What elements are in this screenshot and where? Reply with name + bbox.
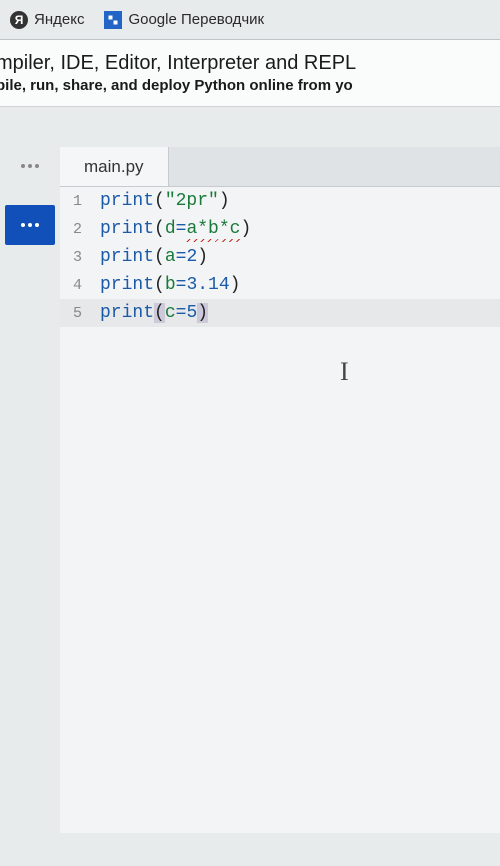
bookmarks-bar: Я Яндекс Google Переводчик (0, 0, 500, 40)
code-content: print(c=5) (100, 303, 500, 323)
page-subtitle: pile, run, share, and deploy Python onli… (0, 77, 500, 94)
ide-container: main.py 1print("2pr")2print(d=a*b*c)3pri… (0, 147, 500, 833)
code-line[interactable]: 5print(c=5) (60, 299, 500, 327)
bookmark-label: Google Переводчик (128, 11, 264, 28)
line-number: 1 (60, 193, 100, 210)
code-content: print("2pr") (100, 191, 500, 211)
editor-area: main.py 1print("2pr")2print(d=a*b*c)3pri… (60, 147, 500, 833)
tab-main-py[interactable]: main.py (60, 147, 169, 186)
code-line[interactable]: 3print(a=2) (60, 243, 500, 271)
code-line[interactable]: 1print("2pr") (60, 187, 500, 215)
bookmark-google-translate[interactable]: Google Переводчик (104, 11, 264, 29)
ibeam-cursor-icon: I (340, 357, 349, 387)
line-number: 4 (60, 277, 100, 294)
line-number: 3 (60, 249, 100, 266)
code-line[interactable]: 2print(d=a*b*c) (60, 215, 500, 243)
ide-sidebar (0, 147, 60, 833)
tab-label: main.py (84, 157, 144, 177)
code-content: print(d=a*b*c) (100, 219, 500, 239)
code-editor[interactable]: 1print("2pr")2print(d=a*b*c)3print(a=2)4… (60, 187, 500, 833)
code-content: print(a=2) (100, 247, 500, 267)
page-header: mpiler, IDE, Editor, Interpreter and REP… (0, 40, 500, 107)
dots-icon (21, 223, 39, 227)
code-content: print(b=3.14) (100, 275, 500, 295)
code-line[interactable]: 4print(b=3.14) (60, 271, 500, 299)
yandex-icon: Я (10, 11, 28, 29)
more-options-icon[interactable] (21, 154, 39, 178)
bookmark-yandex[interactable]: Я Яндекс (10, 11, 84, 29)
line-number: 2 (60, 221, 100, 238)
tab-bar: main.py (60, 147, 500, 187)
files-button[interactable] (5, 205, 55, 245)
line-number: 5 (60, 305, 100, 322)
google-translate-icon (104, 11, 122, 29)
bookmark-label: Яндекс (34, 11, 84, 28)
page-title: mpiler, IDE, Editor, Interpreter and REP… (0, 52, 500, 75)
